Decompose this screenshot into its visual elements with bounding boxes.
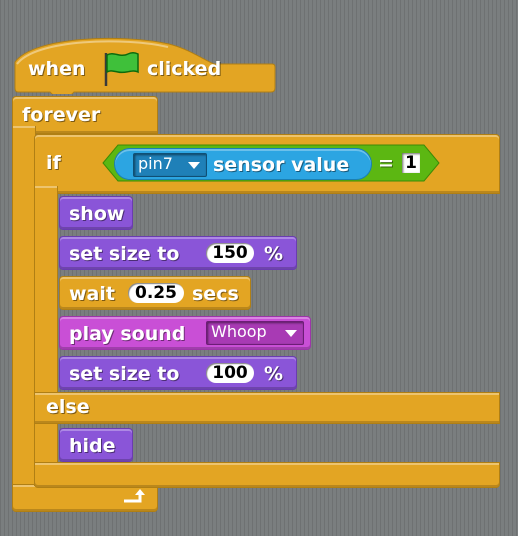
equals-sign: = (378, 152, 394, 174)
show-label: show (69, 203, 125, 225)
dropdown-arrow-icon (188, 162, 200, 169)
sound-dropdown-value: Whoop (211, 322, 267, 341)
wait-label: wait (69, 283, 115, 305)
forever-side-arm (12, 126, 36, 490)
when-label: when (28, 58, 86, 80)
set-size-label-1: set size to (69, 243, 180, 265)
secs-label: secs (192, 283, 239, 305)
play-sound-block[interactable]: play sound Whoop (59, 316, 311, 350)
if-bottom-bar (34, 462, 500, 488)
green-flag-icon (100, 50, 144, 92)
clicked-label: clicked (147, 58, 222, 80)
equals-operator-block[interactable]: pin7 sensor value = 1 (102, 144, 440, 182)
hide-label: hide (69, 435, 116, 457)
sound-dropdown[interactable]: Whoop (206, 321, 304, 345)
percent-label-2: % (264, 363, 284, 385)
sensor-value-block[interactable]: pin7 sensor value (114, 148, 372, 180)
play-sound-label: play sound (69, 323, 186, 345)
show-block[interactable]: show (59, 196, 133, 230)
else-label: else (46, 396, 90, 418)
set-size-block-1[interactable]: set size to 150 % (59, 236, 297, 270)
set-size-block-2[interactable]: set size to 100 % (59, 356, 297, 390)
when-flag-clicked-block[interactable]: when clicked (14, 24, 276, 94)
forever-label: forever (22, 104, 101, 126)
compare-value-field[interactable]: 1 (402, 153, 420, 173)
sensor-value-label: sensor value (213, 154, 350, 176)
hide-block[interactable]: hide (59, 428, 133, 462)
else-bar (34, 392, 500, 424)
if-side-arm (34, 186, 58, 486)
sensor-dropdown[interactable]: pin7 (133, 153, 207, 177)
dropdown-arrow-icon (285, 330, 297, 337)
wait-input[interactable]: 0.25 (128, 283, 184, 303)
wait-block[interactable]: wait 0.25 secs (59, 276, 251, 310)
loop-arrow-icon (120, 487, 150, 511)
size-input-2[interactable]: 100 (206, 363, 254, 383)
set-size-label-2: set size to (69, 363, 180, 385)
size-input-1[interactable]: 150 (206, 243, 254, 263)
if-label: if (46, 152, 61, 174)
percent-label-1: % (264, 243, 284, 265)
sensor-dropdown-value: pin7 (138, 154, 173, 173)
